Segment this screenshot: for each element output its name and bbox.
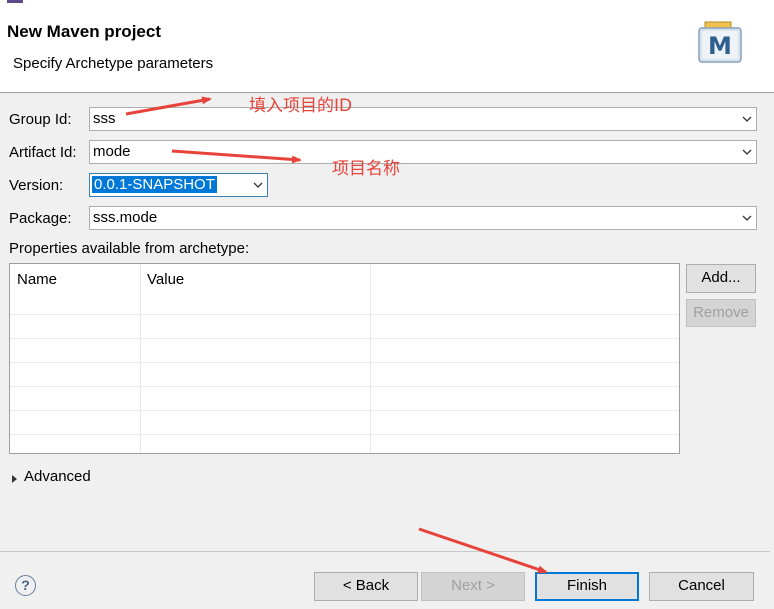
- maven-logo-icon: M: [697, 20, 743, 64]
- properties-table[interactable]: Name Value: [9, 263, 680, 454]
- group-id-combo[interactable]: sss: [89, 107, 757, 131]
- expand-triangle-icon[interactable]: [11, 474, 19, 484]
- back-button[interactable]: < Back: [314, 572, 418, 601]
- column-header-value[interactable]: Value: [147, 271, 184, 288]
- next-button[interactable]: Next >: [421, 572, 525, 601]
- properties-label: Properties available from archetype:: [9, 240, 250, 257]
- artifact-id-value[interactable]: mode: [93, 143, 131, 160]
- artifact-id-annotation: 项目名称: [332, 159, 400, 179]
- table-row: [10, 386, 679, 387]
- package-label: Package:: [9, 210, 72, 227]
- chevron-down-icon[interactable]: [741, 212, 753, 224]
- wizard-title: New Maven project: [7, 22, 161, 41]
- chevron-down-icon[interactable]: [741, 146, 753, 158]
- add-property-button[interactable]: Add...: [686, 264, 756, 293]
- artifact-id-combo[interactable]: mode: [89, 140, 757, 164]
- version-combo[interactable]: 0.0.1-SNAPSHOT: [89, 173, 268, 197]
- column-header-name[interactable]: Name: [17, 271, 57, 288]
- chevron-down-icon[interactable]: [252, 179, 264, 191]
- version-label: Version:: [9, 177, 64, 194]
- chevron-down-icon[interactable]: [741, 113, 753, 125]
- table-row: [10, 434, 679, 435]
- package-value[interactable]: sss.mode: [93, 209, 157, 226]
- artifact-id-label: Artifact Id:: [9, 144, 77, 161]
- group-id-value[interactable]: sss: [93, 110, 116, 127]
- version-selected-text[interactable]: 0.0.1-SNAPSHOT: [92, 176, 217, 193]
- version-value[interactable]: 0.0.1-SNAPSHOT: [92, 176, 217, 193]
- column-divider: [140, 264, 141, 453]
- footer-divider: [0, 551, 770, 552]
- table-row: [10, 362, 679, 363]
- wizard-header: New Maven project Specify Archetype para…: [0, 0, 774, 93]
- group-id-label: Group Id:: [9, 111, 72, 128]
- column-divider: [370, 264, 371, 453]
- help-icon[interactable]: ?: [15, 575, 36, 596]
- remove-property-button[interactable]: Remove: [686, 299, 756, 327]
- group-id-annotation: 填入项目的ID: [249, 96, 353, 116]
- maven-logo-letter: M: [708, 32, 732, 60]
- table-row: [10, 338, 679, 339]
- finish-button[interactable]: Finish: [535, 572, 639, 601]
- window-icon: [7, 0, 23, 3]
- package-combo[interactable]: sss.mode: [89, 206, 757, 230]
- table-row: [10, 410, 679, 411]
- cancel-button[interactable]: Cancel: [649, 572, 754, 601]
- table-row: [10, 314, 679, 315]
- wizard-subtitle: Specify Archetype parameters: [13, 55, 214, 72]
- advanced-label[interactable]: Advanced: [24, 468, 91, 485]
